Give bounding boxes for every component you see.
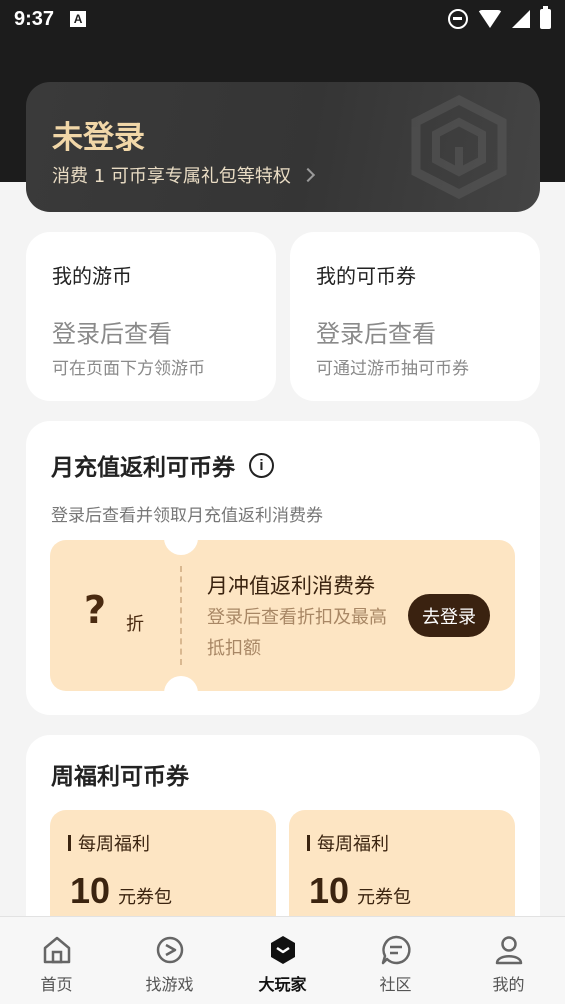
weekly-pack-label: 每周福利 (307, 830, 389, 856)
monthly-rebate-title-text: 月充值返利可币券 (51, 455, 235, 481)
coupon-desc: 登录后查看折扣及最高抵扣额 (207, 607, 387, 659)
my-coins-desc: 可在页面下方领游币 (52, 359, 205, 379)
coupon-discount-value: ? (84, 588, 107, 632)
nav-label-community: 社区 (379, 975, 412, 994)
profile-icon (495, 936, 522, 965)
nav-label-games: 找游戏 (145, 975, 194, 994)
chevron-right-icon (300, 167, 315, 183)
nav-item-community[interactable]: 社区 (339, 917, 452, 1004)
my-coins-title: 我的游币 (52, 264, 132, 288)
coupon-notch-top (164, 521, 198, 555)
brand-cube-icon (411, 94, 507, 200)
weekly-pack-amount: 10 元券包 (309, 870, 411, 912)
weekly-pack-label-text: 每周福利 (78, 834, 150, 855)
login-banner-subtitle[interactable]: 消费 1 可币享专属礼包等特权 (52, 162, 315, 188)
battery-icon (540, 6, 551, 29)
status-icons (448, 6, 551, 29)
community-icon (381, 935, 411, 965)
login-banner-subtitle-text: 消费 1 可币享专属礼包等特权 (52, 166, 291, 187)
login-status-title: 未登录 (52, 120, 145, 156)
weekly-pack-amount-unit: 元券包 (118, 887, 173, 908)
label-bar-icon (68, 835, 71, 851)
monthly-rebate-card: 月充值返利可币券 i 登录后查看并领取月充值返利消费券 ? 折 月冲值返利消费券… (26, 421, 540, 715)
rebate-coupon: ? 折 月冲值返利消费券 登录后查看折扣及最高抵扣额 去登录 (50, 521, 515, 710)
my-vouchers-value: 登录后查看 (316, 320, 436, 348)
player-icon (270, 936, 295, 964)
game-icon (156, 936, 183, 964)
do-not-disturb-icon (448, 9, 468, 29)
my-vouchers-desc: 可通过游币抽可币券 (316, 359, 469, 379)
weekly-pack-amount: 10 元券包 (70, 870, 172, 912)
coupon-name: 月冲值返利消费券 (207, 574, 375, 598)
weekly-welfare-title: 周福利可币券 (51, 764, 189, 790)
my-vouchers-title: 我的可币券 (316, 264, 416, 288)
my-coins-card[interactable]: 我的游币 登录后查看 可在页面下方领游币 (26, 232, 276, 401)
weekly-pack-label: 每周福利 (68, 830, 150, 856)
coupon-notch-bottom (164, 676, 198, 710)
nav-item-profile[interactable]: 我的 (452, 917, 565, 1004)
weekly-pack-amount-unit: 元券包 (357, 887, 412, 908)
info-icon[interactable]: i (249, 452, 274, 478)
cell-signal-icon (512, 10, 530, 28)
login-banner[interactable]: 未登录 消费 1 可币享专属礼包等特权 (26, 82, 540, 212)
nav-label-home: 首页 (40, 975, 73, 994)
weekly-pack-amount-value: 10 (309, 870, 350, 911)
nav-label-profile: 我的 (492, 975, 525, 994)
monthly-rebate-title: 月充值返利可币券 i (51, 448, 274, 482)
coupon-discount-unit: 折 (126, 614, 144, 635)
status-bar: 9:37 A (0, 0, 565, 38)
my-vouchers-card[interactable]: 我的可币券 登录后查看 可通过游币抽可币券 (290, 232, 540, 401)
status-time: 9:37 (14, 7, 55, 30)
nav-item-player[interactable]: 大玩家 (226, 917, 339, 1004)
go-login-button[interactable]: 去登录 (408, 594, 490, 637)
weekly-pack-amount-value: 10 (70, 870, 111, 911)
nav-label-player: 大玩家 (258, 975, 307, 994)
wifi-icon (478, 10, 502, 28)
weekly-pack-label-text: 每周福利 (317, 834, 389, 855)
home-icon (43, 936, 70, 964)
coupon-divider (180, 566, 182, 665)
nav-item-games[interactable]: 找游戏 (113, 917, 226, 1004)
my-coins-value: 登录后查看 (52, 320, 172, 348)
bottom-nav: 首页 找游戏 大玩家 社区 我的 (0, 916, 565, 1004)
notification-icon: A (70, 11, 87, 27)
label-bar-icon (307, 835, 310, 851)
nav-item-home[interactable]: 首页 (0, 917, 113, 1004)
